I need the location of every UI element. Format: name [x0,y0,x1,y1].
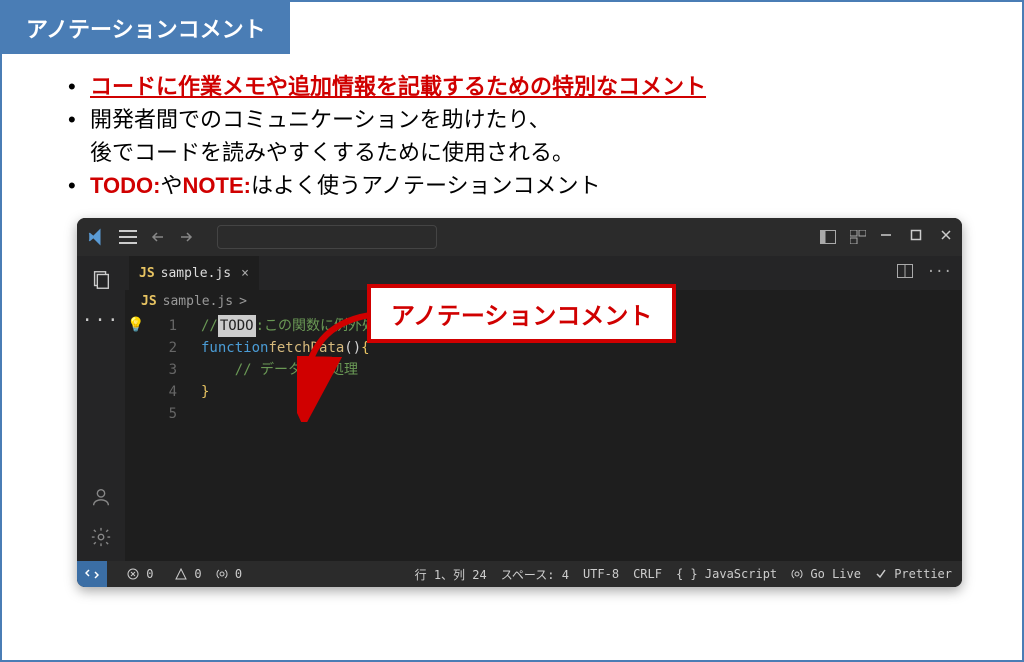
bullet-3-mid: や [160,173,182,198]
bullet-3-tail: はよく使うアノテーションコメント [251,173,601,198]
eol[interactable]: CRLF [633,567,662,581]
settings-gear-icon[interactable] [87,523,115,551]
tab-sample-js[interactable]: JS sample.js × [129,256,259,290]
more-actions-icon[interactable]: ··· [927,264,952,282]
code-line-4: 4 } [125,381,962,403]
js-file-icon: JS [141,294,157,309]
line-number: 1 [149,315,177,337]
problems-indicator[interactable]: 0 0 [127,567,202,581]
line-number: 5 [149,403,177,425]
split-editor-icon[interactable] [897,264,913,282]
explorer-icon[interactable] [87,266,115,294]
statusbar: 0 0 0 行 1、列 24 スペース: 4 UTF-8 CRLF { } Ja… [77,561,962,587]
bullet-2-line2: 後でコードを読みやすくするために使用される。 [90,140,574,165]
close-icon[interactable] [940,229,952,245]
code-editor[interactable]: 💡 1 // TODO: この関数に例外処理を追加する 2 function f… [125,313,962,561]
section-header: アノテーションコメント [2,2,290,54]
command-center[interactable] [217,225,437,249]
bullet-list: コードに作業メモや追加情報を記載するための特別なコメント 開発者間でのコミュニケ… [62,70,962,202]
cursor-position[interactable]: 行 1、列 24 [415,566,487,583]
vscode-window: ··· JS sample.js × ··· [77,218,962,587]
more-icon[interactable]: ··· [87,306,115,334]
nav-back-icon[interactable] [151,230,165,244]
activity-bar: ··· [77,256,125,561]
prettier-status[interactable]: Prettier [875,567,952,581]
line-number: 3 [149,359,177,381]
code-line-5: 5 [125,403,962,425]
language-mode[interactable]: { } JavaScript [676,567,777,581]
chevron-right-icon: > [239,294,247,309]
code-line-3: 3 // データ取得処理 [125,359,962,381]
ports-indicator[interactable]: 0 [216,567,242,581]
callout-label: アノテーションコメント [391,303,652,330]
indentation[interactable]: スペース: 4 [501,566,569,583]
todo-highlight: TODO [218,315,256,337]
lightbulb-icon[interactable]: 💡 [127,317,144,333]
bullet-3: TODO:やNOTE:はよく使うアノテーションコメント [62,169,962,202]
bullet-1-text: コードに作業メモや追加情報を記載するための特別なコメント [90,74,706,99]
titlebar [77,218,962,256]
menu-icon[interactable] [119,230,137,244]
remote-indicator[interactable] [77,561,107,587]
line-number: 2 [149,337,177,359]
js-file-icon: JS [139,266,155,281]
annotation-callout: アノテーションコメント [367,284,676,343]
bullet-1: コードに作業メモや追加情報を記載するための特別なコメント [62,70,962,103]
encoding[interactable]: UTF-8 [583,567,619,581]
layout-panel-icon[interactable] [820,230,836,244]
breadcrumb-file: sample.js [163,294,233,309]
bullet-3-note: NOTE: [183,173,251,198]
account-icon[interactable] [87,483,115,511]
vscode-logo-icon [87,228,105,246]
bullet-2: 開発者間でのコミュニケーションを助けたり、 後でコードを読みやすくするために使用… [62,103,962,169]
minimize-icon[interactable] [880,229,892,245]
go-live[interactable]: Go Live [791,567,861,581]
content-area: コードに作業メモや追加情報を記載するための特別なコメント 開発者間でのコミュニケ… [2,54,1022,202]
section-title: アノテーションコメント [26,17,266,42]
nav-forward-icon[interactable] [179,230,193,244]
tab-label: sample.js [161,266,231,281]
tab-close-icon[interactable]: × [241,266,249,281]
bullet-3-todo: TODO: [90,173,160,198]
bullet-2-line1: 開発者間でのコミュニケーションを助けたり、 [90,107,551,132]
line-number: 4 [149,381,177,403]
layout-grid-icon[interactable] [850,230,866,244]
maximize-icon[interactable] [910,229,922,245]
